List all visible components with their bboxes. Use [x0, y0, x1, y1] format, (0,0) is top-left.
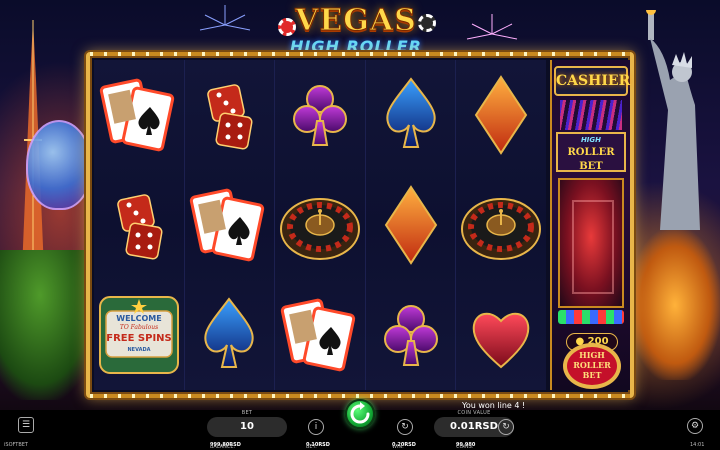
reel-symbol: [366, 280, 456, 390]
settings-button[interactable]: ⚙: [687, 418, 703, 434]
reel-symbol: [456, 280, 546, 390]
reel-symbol: [456, 60, 546, 170]
bet-field-label: BET: [241, 410, 253, 416]
cards-symbol-icon: [280, 298, 356, 372]
hr-button-line1: HIGH: [579, 350, 605, 360]
casino-door: [558, 178, 624, 308]
fireworks-icon: [466, 14, 518, 40]
reel-column: [275, 60, 366, 390]
side-panel: CASHIER HIGH ROLLER BET ● 200 HIGH ROLLE…: [550, 60, 630, 390]
reel-column: [365, 60, 457, 390]
reel-symbol: WELCOME TO Fabulous FREE SPINS NEVADA: [94, 280, 184, 390]
reel-symbol: [94, 170, 184, 280]
coin-icon: ↻: [502, 422, 510, 432]
marquee-lights: [90, 394, 630, 398]
casino-chip-icon: [278, 18, 296, 36]
palm-tree-icon: [0, 250, 100, 400]
spade-symbol-icon: [385, 77, 436, 148]
menu-button[interactable]: ☰: [18, 417, 34, 433]
roulette-symbol-icon: [279, 198, 360, 260]
high-roller-bet-sign: HIGH ROLLER BET: [556, 132, 626, 172]
autoplay-icon: ↻: [401, 422, 409, 432]
balance-label: BALANCE:: [210, 444, 236, 450]
coins-label: COINS:: [456, 444, 474, 450]
golden-lion-icon: [630, 230, 720, 380]
reel-symbol: [275, 60, 365, 170]
high-roller-bet-button[interactable]: HIGH ROLLER BET: [562, 343, 622, 389]
club-symbol-icon: [292, 85, 347, 146]
roulette-symbol-icon: [461, 198, 542, 260]
win-message: You won line 4 !: [462, 401, 526, 410]
gear-icon: ⚙: [690, 421, 700, 431]
autoplay-button[interactable]: ↻: [397, 419, 413, 435]
clock: 14:01: [690, 442, 705, 448]
svg-text:WELCOME: WELCOME: [116, 314, 161, 323]
reel-symbol: [185, 60, 275, 170]
reel-symbol: [275, 170, 365, 280]
cashier-sign: CASHIER: [554, 66, 630, 96]
svg-text:NEVADA: NEVADA: [127, 347, 150, 353]
diamond-symbol-icon: [474, 75, 528, 155]
reel-symbol: [456, 170, 546, 280]
reel-frame: WELCOME TO Fabulous FREE SPINS NEVADA CASHI…: [86, 52, 634, 398]
reel-grid: WELCOME TO Fabulous FREE SPINS NEVADA: [94, 60, 546, 390]
statue-of-liberty-icon: [646, 10, 700, 230]
reel-symbol: [94, 60, 184, 170]
refresh-icon: [350, 402, 370, 424]
info-button[interactable]: i: [308, 419, 324, 435]
provider-logo: iSOFTBET: [4, 442, 28, 448]
bet-field-value: 10: [240, 421, 254, 432]
win-label: WIN:: [392, 444, 404, 450]
reel-symbol: [366, 170, 456, 280]
coin-value-button[interactable]: ↻: [498, 419, 514, 435]
coin-value-label: COIN VALUE: [457, 410, 491, 416]
heart-symbol-icon: [472, 312, 530, 369]
bet-field: BET 10: [207, 410, 287, 437]
reel-symbol: [185, 170, 275, 280]
cards-symbol-icon: [99, 78, 174, 152]
reel-column: [456, 60, 546, 390]
spade-symbol-icon: [204, 297, 255, 368]
hot-air-balloon-icon: [26, 120, 92, 210]
bet-label: BET:: [306, 444, 317, 450]
dice-symbol-icon: [117, 194, 163, 260]
casino-chip-icon: [418, 14, 436, 32]
info-bar: iSOFTBET BALANCE: 999.80RSD BET: 0.10RSD…: [0, 440, 720, 450]
free-spins-symbol-icon: WELCOMETO Fabulous FREE SPINS NEVADA: [98, 296, 179, 374]
svg-text:TO Fabulous: TO Fabulous: [120, 324, 158, 331]
high-roller-sign-line1: HIGH: [580, 136, 602, 144]
fireworks-icon: [199, 5, 251, 31]
info-icon: i: [314, 422, 318, 432]
marquee-lights: [90, 52, 630, 56]
svg-text:FREE SPINS: FREE SPINS: [106, 333, 172, 344]
diamond-symbol-icon: [384, 185, 437, 265]
high-roller-sign-line2: ROLLER BET: [567, 147, 615, 172]
cards-symbol-icon: [190, 188, 265, 262]
dice-symbol-icon: [207, 84, 253, 150]
spin-button[interactable]: [345, 399, 375, 429]
reel-column: [184, 60, 276, 390]
chip-stack-icon: [558, 310, 624, 324]
reel-symbol: [275, 280, 365, 390]
reel-column: WELCOME TO Fabulous FREE SPINS NEVADA: [94, 60, 185, 390]
neon-rays: [560, 100, 622, 130]
reel-symbol: [185, 280, 275, 390]
hr-button-line2: ROLLER: [573, 360, 611, 370]
reel-symbol: [366, 60, 456, 170]
club-symbol-icon: [383, 305, 438, 366]
hr-button-line3: BET: [583, 370, 602, 380]
hamburger-icon: ☰: [21, 420, 31, 430]
